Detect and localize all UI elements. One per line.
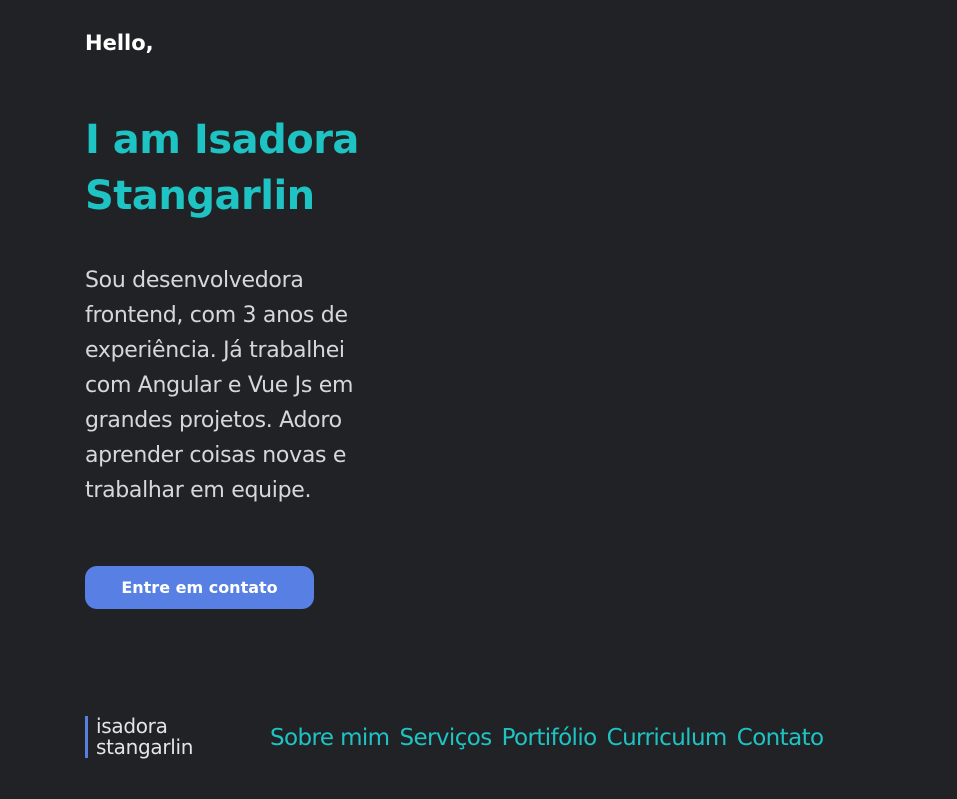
- hero-headline: I am Isadora Stangarlin: [85, 117, 359, 219]
- greeting-text: Hello,: [85, 31, 154, 55]
- logo-line-2: stangarlin: [96, 735, 194, 759]
- hero-bio: Sou desenvolvedora frontend, com 3 anos …: [85, 268, 354, 503]
- nav-link-curriculum[interactable]: Curriculum: [607, 722, 728, 754]
- nav-link-sobre-mim[interactable]: Sobre mim: [270, 722, 390, 754]
- nav-link-contato[interactable]: Contato: [737, 722, 824, 754]
- site-logo[interactable]: isadora stangarlin: [85, 716, 193, 758]
- nav-link-portifolio[interactable]: Portifólio: [502, 722, 598, 754]
- contact-button[interactable]: Entre em contato: [85, 566, 314, 609]
- logo-line-1: isadora: [96, 714, 168, 738]
- footer-bar: isadora stangarlin Sobre mim Serviços Po…: [85, 714, 885, 760]
- footer-nav: Sobre mim Serviços Portifólio Curriculum…: [270, 722, 824, 754]
- nav-link-servicos[interactable]: Serviços: [399, 722, 492, 754]
